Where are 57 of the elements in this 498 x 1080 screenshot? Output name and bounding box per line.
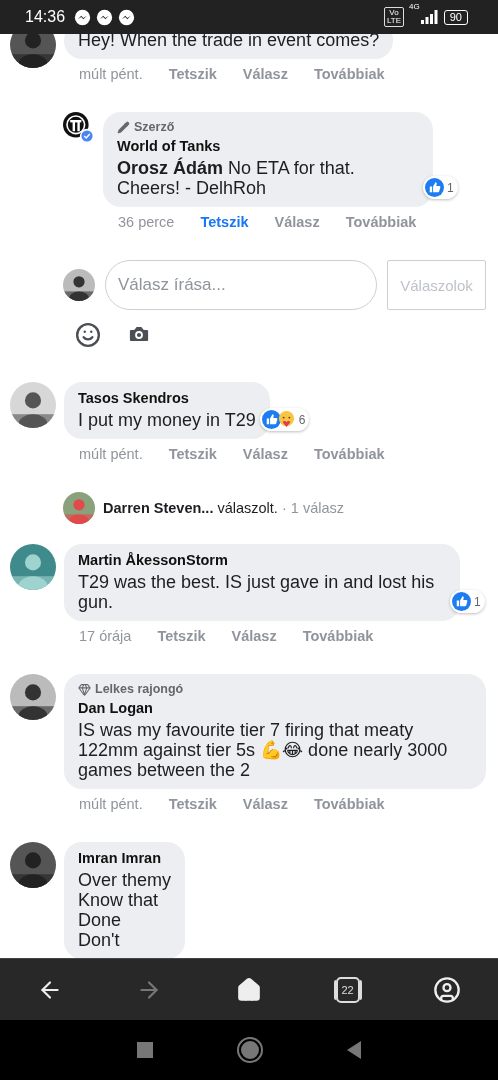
diamond-icon (78, 682, 91, 696)
comment-action[interactable]: Válasz (242, 66, 288, 82)
like-icon (425, 178, 444, 197)
comment-action[interactable]: Tetszik (157, 628, 206, 644)
comment-action[interactable]: Válasz (274, 214, 320, 230)
hug-emoji-icon (276, 410, 296, 429)
comment-action[interactable]: Válasz (242, 446, 288, 462)
comment-action[interactable]: Továbbiak (345, 214, 417, 230)
reply-field[interactable]: Válasz írása... (105, 260, 377, 310)
author-name: World of Tanks (117, 138, 222, 154)
messenger-icon (118, 8, 136, 26)
reactions-pill[interactable]: 1 (423, 176, 458, 199)
like-icon (261, 410, 281, 429)
comment-time: múlt pént. (79, 796, 143, 812)
reactions-pill[interactable]: 6 (259, 408, 310, 431)
pencil-icon (117, 120, 130, 134)
home-icon[interactable] (236, 976, 262, 1003)
comment-text: T29 was the best. IS just gave in and lost his gun. (78, 572, 436, 612)
emoji-icon[interactable] (75, 322, 101, 348)
reactions-pill[interactable]: 1 (450, 590, 485, 613)
comment-time: múlt pént. (79, 66, 143, 82)
comment-text: Orosz Ádám No ETA for that. Cheers! - DelhRoh (117, 158, 356, 198)
comment-action[interactable]: Továbbiak (313, 796, 385, 812)
comment-action[interactable]: Tetszik (168, 66, 217, 82)
home-button[interactable] (239, 1039, 261, 1061)
author-name: Martin ÅkessonStorm (78, 552, 229, 568)
comment-time: 17 órája (79, 628, 132, 644)
comment-action[interactable]: Válasz (231, 628, 277, 644)
comment-action[interactable]: Továbbiak (313, 66, 385, 82)
comment-time: 36 perce (118, 214, 175, 230)
comment-action[interactable]: Tetszik (200, 214, 249, 230)
comment-action[interactable]: Tetszik (168, 796, 217, 812)
comment-action[interactable]: Tetszik (168, 446, 217, 462)
tabs-button[interactable]: 22 (335, 976, 360, 1003)
comment-text: IS was my favourite tier 7 firing that meaty 122mm against tier 5s 💪😂 done nearly 3000 games between the 2 (78, 720, 449, 780)
messenger-icon (74, 8, 92, 26)
account-icon[interactable] (433, 975, 462, 1004)
messenger-icon (96, 8, 114, 26)
battery-level: 90 (443, 9, 468, 25)
like-icon (452, 592, 471, 611)
comment-action[interactable]: Továbbiak (302, 628, 374, 644)
author-name: Imran Imran (78, 850, 162, 866)
comment-text: I put my money in T29 (78, 410, 256, 430)
author-name: Tasos Skendros (78, 390, 190, 406)
badge-label: Szerző (134, 120, 175, 134)
comment-action[interactable]: Válasz (242, 796, 288, 812)
comment-text: Over themy Know that Done Don't (78, 870, 172, 950)
author-name: Dan Logan (78, 700, 154, 716)
volte-badge: Vo LTE (384, 7, 405, 27)
comment-action[interactable]: Továbbiak (313, 446, 385, 462)
badge-label: Lelkes rajongó (95, 682, 184, 696)
view-replies-link[interactable]: Darren Steven... válaszolt. · 1 válasz (103, 500, 344, 516)
signal-icon (419, 10, 438, 24)
comment-time: múlt pént. (79, 446, 143, 462)
back-triangle-icon[interactable] (347, 1041, 361, 1059)
status-time: 14:36 (25, 8, 66, 26)
network-type: 4G (409, 2, 420, 11)
